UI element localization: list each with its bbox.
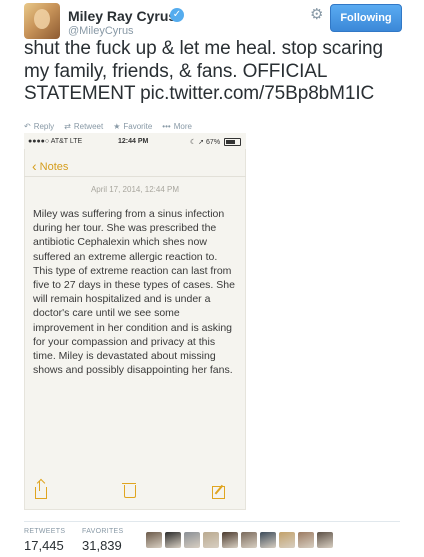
favorite-button[interactable]: ★ Favorite xyxy=(113,122,152,131)
favorite-label: Favorite xyxy=(123,122,153,131)
favoriter-avatars xyxy=(146,532,333,548)
retweet-icon: ⇄ xyxy=(64,122,71,131)
more-label: More xyxy=(173,122,192,131)
notes-back-label: Notes xyxy=(39,161,69,173)
user-avatar[interactable] xyxy=(24,3,60,39)
favorites-label[interactable]: FAVORITES xyxy=(82,528,123,535)
tweet-text: shut the fuck up & let me heal. stop sca… xyxy=(24,38,383,104)
share-icon xyxy=(35,481,47,499)
reply-icon: ↶ xyxy=(24,122,31,131)
retweets-label[interactable]: RETWEETS xyxy=(24,528,65,535)
reply-button[interactable]: ↶ Reply xyxy=(24,122,54,131)
user-display-name[interactable]: Miley Ray Cyrus xyxy=(68,8,176,24)
divider xyxy=(24,176,246,177)
battery-text: ☾ ➚ 67% xyxy=(190,139,221,146)
chevron-left-icon: ‹ xyxy=(32,158,37,174)
favoriter-avatar[interactable] xyxy=(146,532,162,548)
favoriter-avatar[interactable] xyxy=(203,532,219,548)
verified-badge-icon: ✓ xyxy=(170,8,184,22)
stats-divider xyxy=(24,521,400,522)
notes-toolbar xyxy=(24,481,246,510)
battery-icon xyxy=(224,138,241,146)
carrier-text: ●●●●○ AT&T LTE xyxy=(28,138,83,145)
retweet-label: Retweet xyxy=(73,122,104,131)
star-icon: ★ xyxy=(113,122,121,131)
favoriter-avatar[interactable] xyxy=(317,532,333,548)
status-time: 12:44 PM xyxy=(118,138,149,145)
notes-back-button: ‹ Notes xyxy=(32,157,69,174)
favoriter-avatar[interactable] xyxy=(165,532,181,548)
favoriter-avatar[interactable] xyxy=(184,532,200,548)
retweets-count[interactable]: 17,445 xyxy=(24,538,64,553)
favoriter-avatar[interactable] xyxy=(260,532,276,548)
favorites-count[interactable]: 31,839 xyxy=(82,538,122,553)
note-body: Miley was suffering from a sinus infecti… xyxy=(33,208,235,377)
more-icon: ••• xyxy=(162,122,171,131)
retweet-button[interactable]: ⇄ Retweet xyxy=(64,122,103,131)
following-button[interactable]: Following xyxy=(330,4,402,32)
user-handle[interactable]: @MileyCyrus xyxy=(68,25,134,37)
phone-status-bar: ●●●●○ AT&T LTE 12:44 PM ☾ ➚ 67% xyxy=(24,133,246,149)
note-date: April 17, 2014, 12:44 PM xyxy=(90,185,180,194)
reply-label: Reply xyxy=(33,122,55,131)
favoriter-avatar[interactable] xyxy=(298,532,314,548)
compose-icon xyxy=(212,486,225,499)
trash-icon xyxy=(122,483,136,498)
tweet-actions: ↶ Reply ⇄ Retweet ★ Favorite ••• More xyxy=(24,122,192,131)
favoriter-avatar[interactable] xyxy=(241,532,257,548)
gear-icon[interactable]: ⚙ xyxy=(310,5,323,23)
attached-image[interactable]: ●●●●○ AT&T LTE 12:44 PM ☾ ➚ 67% ‹ Notes A… xyxy=(24,133,246,510)
more-button[interactable]: ••• More xyxy=(162,122,192,131)
favoriter-avatar[interactable] xyxy=(222,532,238,548)
favoriter-avatar[interactable] xyxy=(279,532,295,548)
